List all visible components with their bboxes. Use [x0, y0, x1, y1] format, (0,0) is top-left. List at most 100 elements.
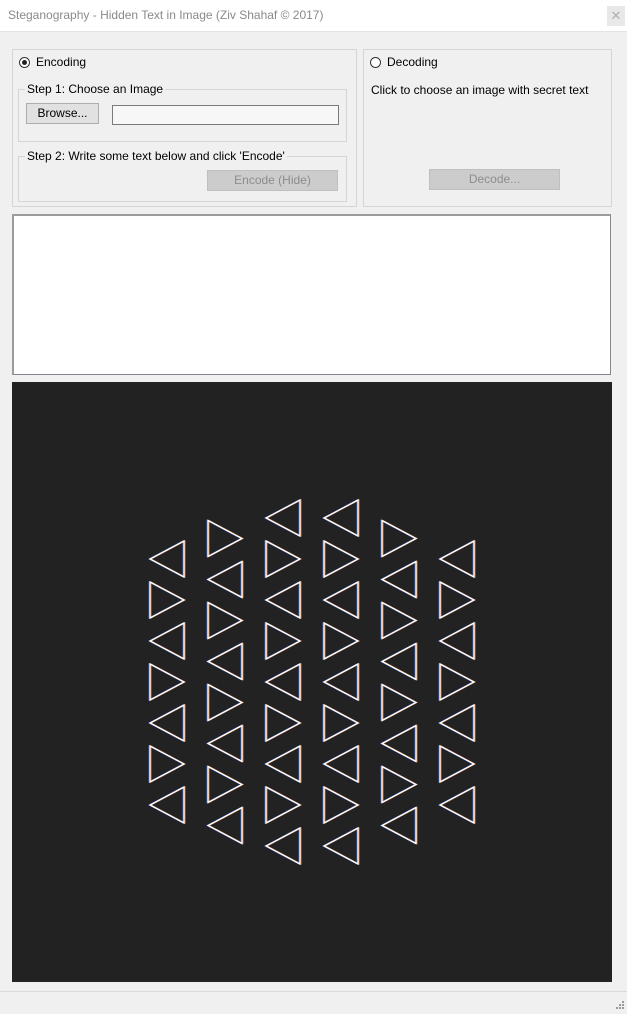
triangle-shape — [322, 704, 359, 742]
triangle-shape — [208, 519, 245, 558]
triangle-shape — [264, 786, 301, 824]
triangle-shape — [207, 806, 244, 845]
triangle-shape — [207, 642, 244, 681]
decode-button[interactable]: Decode... — [429, 169, 560, 190]
triangle-shape — [207, 724, 244, 763]
triangle-shape — [206, 724, 243, 763]
triangle-shape — [440, 745, 477, 783]
triangle-shape — [321, 827, 358, 865]
triangle-shape — [205, 560, 242, 599]
triangle-shape — [322, 622, 359, 660]
triangle-shape — [323, 499, 360, 537]
triangle-shape — [381, 519, 418, 558]
triangle-shape — [205, 806, 242, 845]
triangle-shape — [149, 704, 186, 742]
file-path-field[interactable] — [112, 105, 339, 125]
triangle-shape — [323, 745, 360, 783]
triangle-shape — [208, 765, 245, 804]
status-bar — [0, 991, 627, 1014]
triangle-shape — [323, 827, 360, 865]
triangle-shape — [324, 786, 361, 824]
triangle-shape — [381, 683, 418, 722]
triangle-shape — [321, 499, 358, 537]
resize-grip-icon[interactable] — [614, 1001, 624, 1011]
triangle-shape — [438, 663, 475, 701]
triangle-shape — [379, 642, 416, 681]
step2-group: Step 2: Write some text below and click … — [18, 149, 347, 202]
triangle-shape — [380, 683, 417, 722]
triangle-shape — [438, 539, 475, 579]
triangle-shape — [147, 622, 184, 660]
triangle-shape — [438, 785, 475, 825]
triangle-shape — [263, 499, 300, 537]
decoding-hint: Click to choose an image with secret tex… — [371, 83, 589, 97]
triangle-shape — [206, 642, 243, 681]
encoding-radio[interactable]: Encoding — [19, 55, 86, 69]
triangle-shape — [148, 745, 185, 783]
triangle-shape — [438, 745, 475, 783]
step1-label: Step 1: Choose an Image — [25, 82, 166, 96]
triangle-shape — [263, 745, 300, 783]
triangle-shape — [266, 540, 303, 578]
triangle-shape — [322, 540, 359, 578]
triangle-shape — [207, 683, 244, 722]
encode-button[interactable]: Encode (Hide) — [207, 170, 338, 191]
triangle-shape — [149, 622, 186, 660]
decoding-radio-label: Decoding — [387, 55, 438, 69]
triangle-shape — [439, 662, 476, 702]
triangle-shape — [437, 540, 474, 578]
triangle-shape — [439, 580, 476, 620]
triangle-shape — [266, 704, 303, 742]
triangle-shape — [323, 539, 360, 579]
triangle-shape — [265, 663, 302, 701]
triangle-shape — [265, 499, 302, 537]
triangle-shape — [381, 642, 418, 681]
triangle-shape — [322, 662, 359, 702]
triangle-shape — [150, 663, 187, 701]
secret-text-area[interactable] — [12, 214, 611, 375]
step2-label: Step 2: Write some text below and click … — [25, 149, 287, 163]
triangle-shape — [380, 724, 417, 763]
triangle-shape — [264, 744, 301, 784]
triangle-shape — [439, 540, 476, 578]
triangle-shape — [380, 519, 417, 558]
triangle-shape — [379, 724, 416, 763]
triangle-shape — [380, 765, 417, 804]
triangle-shape — [264, 498, 301, 538]
triangle-shape — [148, 539, 185, 579]
triangle-shape — [323, 621, 360, 661]
triangle-shape — [265, 539, 302, 579]
browse-button[interactable]: Browse... — [26, 103, 99, 124]
triangle-shape — [381, 806, 418, 845]
decoding-radio[interactable]: Decoding — [370, 55, 438, 69]
triangle-shape — [265, 827, 302, 865]
triangle-shape — [206, 519, 243, 558]
triangle-shape — [437, 786, 474, 824]
triangle-shape — [263, 581, 300, 619]
encoding-radio-circle[interactable] — [19, 56, 30, 68]
triangle-shape — [438, 621, 475, 661]
triangle-shape — [147, 540, 184, 578]
image-preview — [12, 382, 612, 982]
triangle-shape — [381, 724, 418, 763]
triangle-shape — [264, 622, 301, 660]
triangle-shape — [380, 806, 417, 845]
triangle-shape — [322, 826, 359, 866]
triangle-shape — [149, 580, 186, 620]
triangle-shape — [439, 704, 476, 742]
close-icon[interactable]: ✕ — [607, 6, 625, 26]
triangle-shape — [264, 826, 301, 866]
triangle-shape — [206, 765, 243, 804]
triangle-shape — [206, 806, 243, 845]
triangle-shape — [382, 601, 419, 640]
decoding-radio-circle[interactable] — [370, 56, 381, 68]
triangle-shape — [149, 662, 186, 702]
triangle-shape — [148, 663, 185, 701]
triangle-shape — [264, 662, 301, 702]
triangle-shape — [381, 601, 418, 640]
triangle-shape — [206, 560, 243, 599]
triangle-shape — [147, 704, 184, 742]
triangle-shape — [381, 560, 418, 599]
triangle-shape — [263, 827, 300, 865]
triangle-shape — [380, 560, 417, 599]
